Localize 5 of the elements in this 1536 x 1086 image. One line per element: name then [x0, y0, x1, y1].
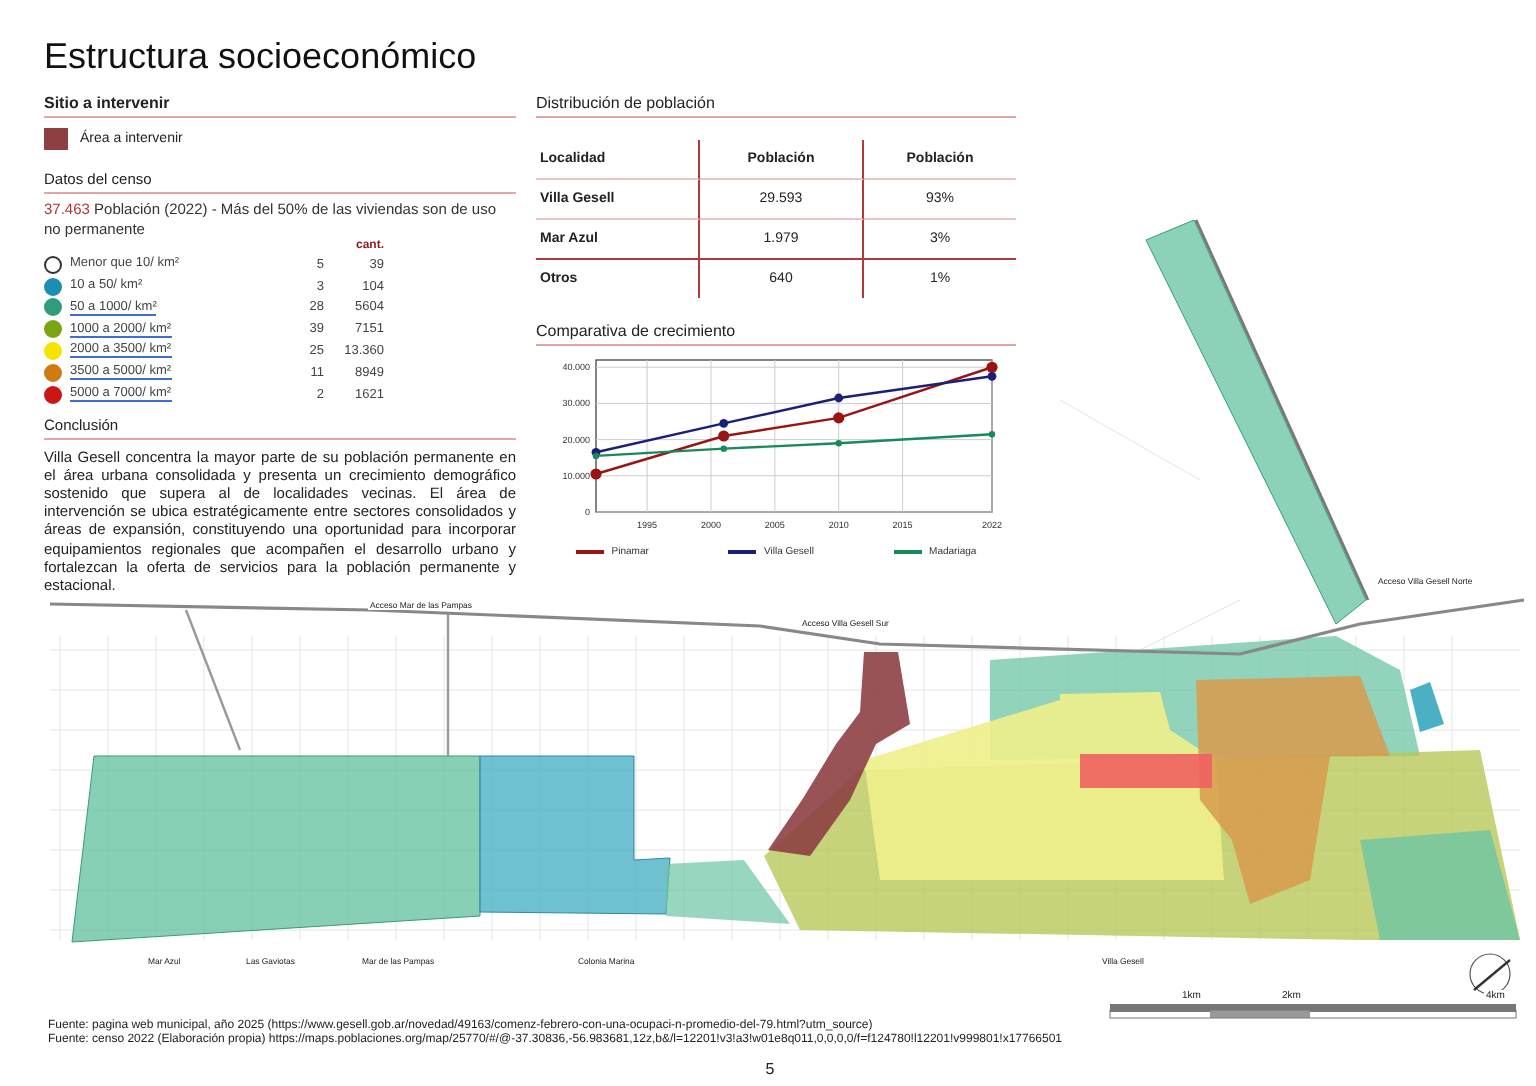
page-title: Estructura socioeconómico [44, 36, 477, 78]
section-heading: Sitio a intervenir [44, 94, 516, 118]
section-heading: Comparativa de crecimiento [536, 322, 1016, 346]
section-heading: Distribución de población [536, 94, 1016, 118]
page-number: 5 [765, 1060, 775, 1078]
